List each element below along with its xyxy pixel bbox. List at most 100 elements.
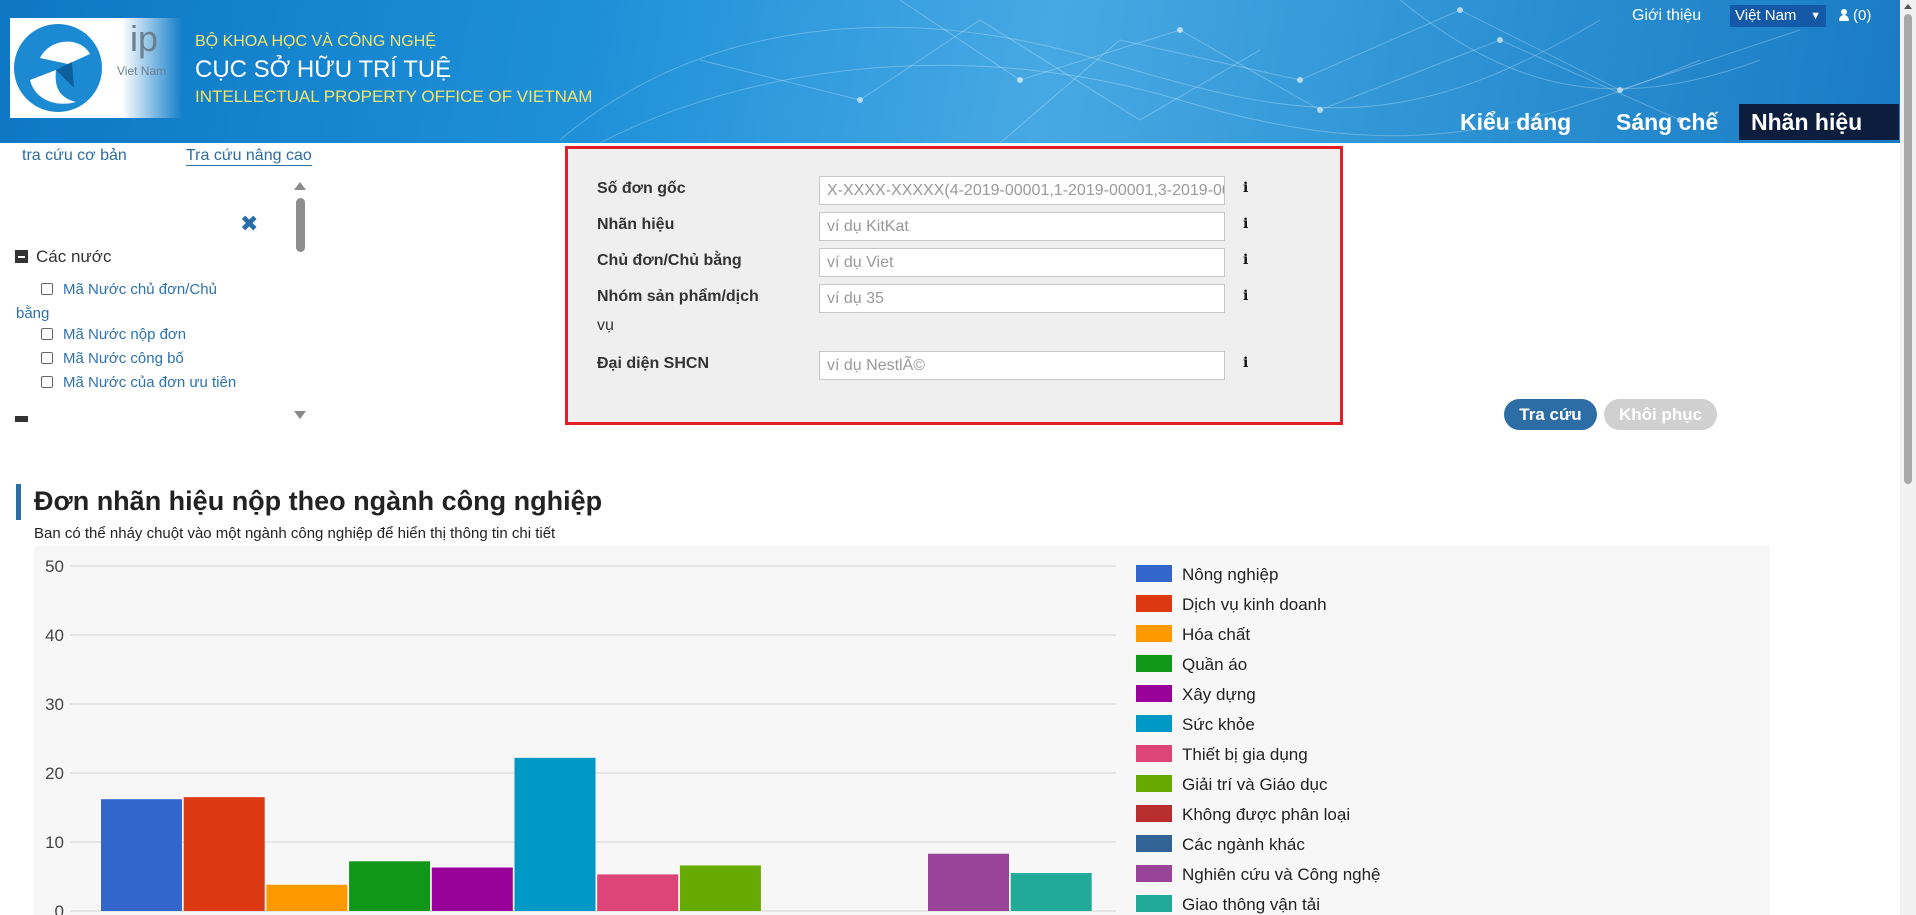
legend-label[interactable]: Các ngành khác (1182, 835, 1305, 854)
legend-swatch[interactable] (1136, 595, 1172, 612)
filter-group-title: Các nước (36, 247, 112, 266)
legend-swatch[interactable] (1136, 565, 1172, 582)
bar[interactable] (349, 861, 431, 911)
bar[interactable] (266, 884, 348, 911)
user-cart-link[interactable]: (0) (1838, 7, 1871, 24)
bar[interactable] (928, 853, 1009, 911)
bar[interactable] (431, 867, 513, 911)
bar[interactable] (183, 797, 265, 911)
legend-swatch[interactable] (1136, 865, 1172, 882)
filter-item-label: Mã Nước công bố (63, 350, 184, 367)
filter-item-label: Mã Nước chủ đơn/Chủ (63, 281, 217, 298)
info-icon[interactable]: i (1243, 180, 1251, 196)
legend-label[interactable]: Sức khỏe (1182, 715, 1255, 734)
search-button[interactable]: Tra cứu (1504, 399, 1597, 430)
scroll-up-arrow-icon[interactable] (1904, 4, 1912, 9)
advanced-search-link[interactable]: Tra cứu nâng cao (186, 147, 312, 166)
info-icon[interactable]: i (1243, 355, 1251, 371)
legend-swatch[interactable] (1136, 805, 1172, 822)
legend-swatch[interactable] (1136, 625, 1172, 642)
page-scroll-thumb[interactable] (1904, 14, 1912, 484)
y-tick-label: 0 (55, 902, 64, 915)
logo-country-text: Viet Nam (117, 64, 167, 78)
legend-swatch[interactable] (1136, 745, 1172, 762)
filter-group-countries[interactable]: Các nước (15, 247, 111, 267)
basic-search-link[interactable]: tra cứu cơ bản (22, 147, 127, 165)
checkbox[interactable] (41, 283, 53, 295)
filter-item-publication-country[interactable]: Mã Nước công bố (41, 350, 184, 367)
chevron-down-icon: ▼ (1810, 10, 1821, 22)
legend-swatch[interactable] (1136, 685, 1172, 702)
legend-label[interactable]: Quần áo (1182, 655, 1247, 674)
legend-label[interactable]: Giao thông vận tải (1182, 895, 1320, 914)
industry-chart[interactable]: 0 10 20 30 40 50 Nông nghiệp Dịch vụ kinh doanh… (34, 546, 1770, 915)
filter-item-owner-country-cont: bằng (16, 305, 50, 322)
legend-swatch[interactable] (1136, 895, 1172, 912)
logo-ip-text: ip (130, 18, 159, 59)
legend-label[interactable]: Thiết bị gia dụng (1182, 745, 1308, 764)
label-goods-services-class-cont: vụ (597, 317, 614, 334)
section-accent-bar (16, 484, 21, 520)
checkbox[interactable] (41, 376, 53, 388)
section-subtitle: Ban có thể nháy chuột vào một ngành công… (34, 525, 556, 542)
site-header: ip Viet Nam BỘ KHOA HỌC VÀ CÔNG NGHỆ CỤC… (0, 0, 1900, 143)
scroll-down-arrow-icon[interactable] (294, 411, 306, 419)
collapse-icon[interactable] (15, 250, 28, 263)
filter-scroll-thumb[interactable] (296, 198, 305, 252)
legend-swatch[interactable] (1136, 715, 1172, 732)
close-icon[interactable]: ✖ (240, 212, 258, 237)
info-icon[interactable]: i (1243, 288, 1251, 304)
legend-label[interactable]: Nông nghiệp (1182, 565, 1278, 584)
owner-input[interactable]: ví dụ Viet (819, 248, 1225, 277)
filter-item-filing-country[interactable]: Mã Nước nộp đơn (41, 326, 186, 343)
legend-swatch[interactable] (1136, 775, 1172, 792)
scroll-up-arrow-icon[interactable] (294, 182, 306, 190)
legend-label[interactable]: Xây dựng (1182, 685, 1256, 704)
tab-trademark[interactable]: Nhãn hiệu (1739, 104, 1899, 140)
legend-swatch[interactable] (1136, 835, 1172, 852)
bar[interactable] (1010, 873, 1092, 911)
about-link[interactable]: Giới thiệu (1632, 7, 1701, 25)
checkbox[interactable] (41, 328, 53, 340)
legend-label[interactable]: Không được phân loại (1182, 805, 1350, 824)
filter-item-label: Mã Nước của đơn ưu tiên (63, 374, 237, 391)
bar[interactable] (597, 874, 679, 911)
tab-industrial-design[interactable]: Kiểu dáng (1448, 104, 1583, 140)
y-tick-label: 20 (45, 764, 64, 783)
goods-services-class-input[interactable]: ví dụ 35 (819, 284, 1225, 313)
tab-patent[interactable]: Sáng chế (1604, 104, 1730, 140)
label-owner: Chủ đơn/Chủ bằng (597, 252, 742, 269)
legend-label[interactable]: Hóa chất (1182, 625, 1250, 644)
bar[interactable] (101, 799, 182, 911)
bar[interactable] (679, 865, 761, 911)
checkbox[interactable] (41, 352, 53, 364)
info-icon[interactable]: i (1243, 252, 1251, 268)
cart-count: (0) (1853, 7, 1872, 24)
trademark-input[interactable]: ví dụ KitKat (819, 212, 1225, 241)
legend-label[interactable]: Nghiên cứu và Công nghệ (1182, 865, 1381, 884)
office-name-en: INTELLECTUAL PROPERTY OFFICE OF VIETNAM (195, 87, 593, 106)
label-ip-representative: Đại diện SHCN (597, 355, 710, 372)
language-select[interactable]: Việt Nam ▼ (1730, 5, 1826, 27)
label-trademark: Nhãn hiệu (597, 216, 675, 233)
y-tick-label: 50 (45, 557, 64, 576)
filter-item-owner-country[interactable]: Mã Nước chủ đơn/Chủ (41, 281, 217, 298)
office-name-vi: CỤC SỞ HỮU TRÍ TUỆ (195, 56, 452, 83)
filter-group-next-icon[interactable] (15, 416, 28, 422)
label-goods-services-class: Nhóm sản phẩm/dịch (597, 288, 759, 305)
legend-swatch[interactable] (1136, 655, 1172, 672)
filter-item-priority-country[interactable]: Mã Nước của đơn ưu tiên (41, 374, 236, 391)
legend-label[interactable]: Giải trí và Giáo dục (1182, 775, 1328, 794)
reset-button[interactable]: Khôi phục (1604, 399, 1717, 430)
ip-representative-input[interactable]: ví dụ NestlÃ© (819, 351, 1225, 380)
legend-label[interactable]: Dịch vụ kinh doanh (1182, 595, 1327, 614)
section-title: Đơn nhãn hiệu nộp theo ngành công nghiệp (34, 486, 603, 516)
original-application-number-input[interactable]: X-XXXX-XXXXX(4-2019-00001,1-2019-00001,3… (819, 176, 1225, 205)
info-icon[interactable]: i (1243, 216, 1251, 232)
y-tick-label: 10 (45, 833, 64, 852)
page-scrollbar[interactable] (1900, 0, 1916, 915)
label-original-application-number: Số đơn gốc (597, 180, 686, 197)
bar[interactable] (514, 757, 596, 911)
industry-bar-chart[interactable]: 0 10 20 30 40 50 Nông nghiệp Dịch vụ kinh doanh… (34, 546, 1770, 915)
filter-item-label: Mã Nước nộp đơn (63, 326, 187, 343)
